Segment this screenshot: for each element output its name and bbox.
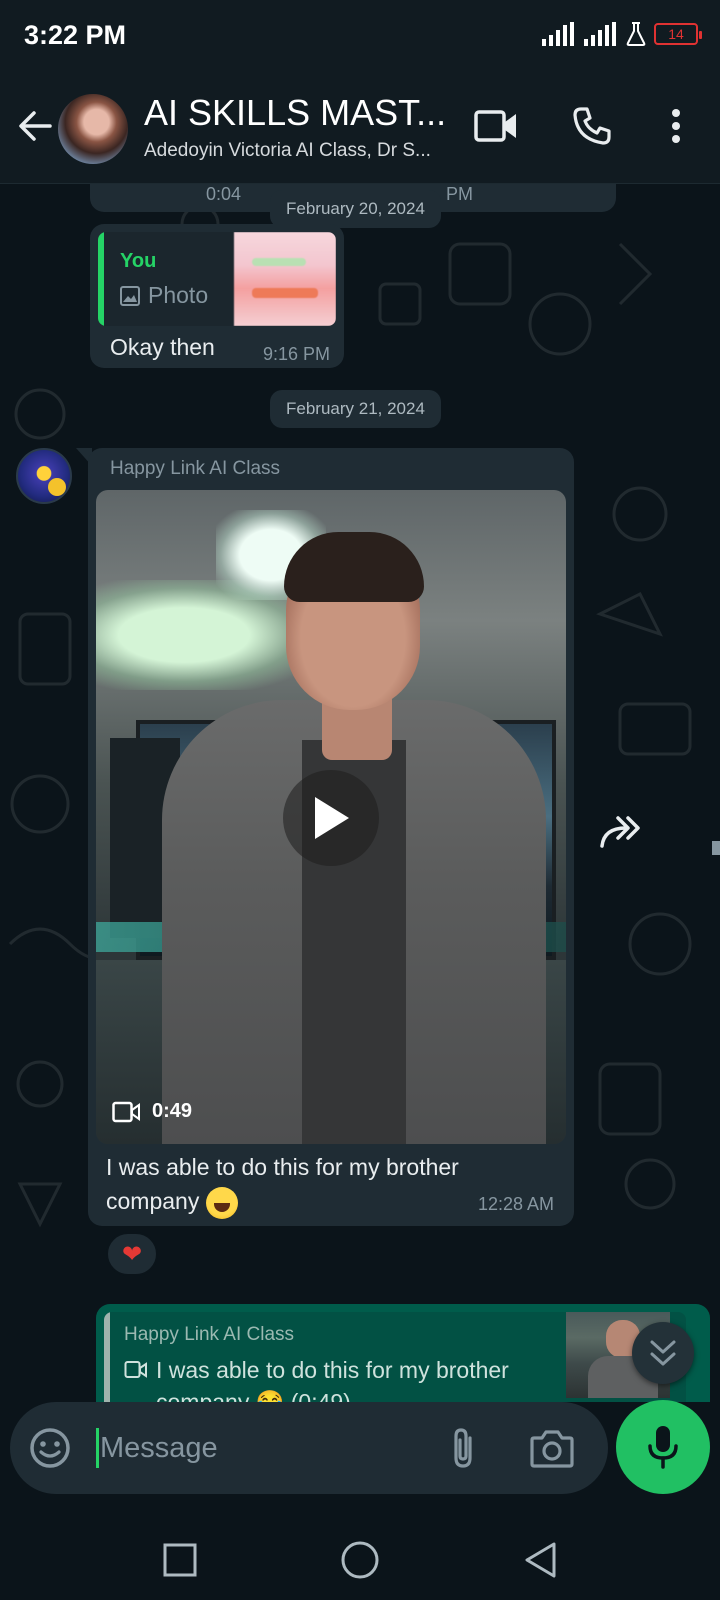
- quote-sender: Happy Link AI Class: [124, 1324, 295, 1345]
- message-time: 9:16 PM: [262, 344, 330, 364]
- previous-message-time: PM: [446, 184, 473, 204]
- square-nav-icon[interactable]: [152, 1532, 208, 1588]
- chat-area[interactable]: 0:04 PM February 20, 2024 You Photo Okay…: [0, 184, 720, 1402]
- signal-icon: [542, 22, 574, 46]
- message-text: Okay then: [110, 334, 215, 360]
- system-navigation-bar: [0, 1520, 720, 1600]
- image-icon: [120, 285, 140, 306]
- more-vert-icon[interactable]: [648, 98, 704, 154]
- microphone-icon: [648, 1426, 678, 1469]
- quote-photo-thumbnail: [234, 232, 336, 326]
- status-icons: 14: [542, 22, 702, 46]
- voice-message-button[interactable]: [616, 1400, 710, 1494]
- date-chip: February 21, 2024: [270, 390, 441, 428]
- video-thumbnail[interactable]: 0:49: [96, 490, 566, 1144]
- edge-indicator: [712, 841, 720, 855]
- battery-icon: 14: [654, 23, 702, 45]
- quote-author: You: [120, 250, 157, 272]
- quote-type-label: Photo: [148, 282, 209, 308]
- double-chevron-down-icon: [650, 1340, 676, 1366]
- chat-title[interactable]: AI SKILLS MAST...: [144, 92, 446, 134]
- outgoing-message-bubble[interactable]: Happy Link AI Class I was able to do thi…: [96, 1304, 710, 1402]
- quote-accent-bar: [104, 1312, 110, 1402]
- chat-participants[interactable]: Adedoyin Victoria AI Class, Dr S...: [144, 140, 431, 162]
- back-arrow-icon[interactable]: [14, 104, 58, 148]
- whatsapp-chat-screen: 3:22 PM 14 AI SKILLS MAST... Adedoyin Vi…: [0, 0, 720, 1600]
- quoted-message[interactable]: Happy Link AI Class I was able to do thi…: [104, 1312, 686, 1402]
- video-duration-label: 0:49: [152, 1100, 193, 1122]
- quote-text-label: I was able to do this for my brother com…: [156, 1357, 509, 1402]
- flask-icon: [626, 22, 646, 46]
- message-input[interactable]: [100, 1424, 420, 1472]
- battery-level: 14: [668, 26, 684, 42]
- emoji-icon[interactable]: [28, 1426, 72, 1470]
- compose-area: [0, 1400, 720, 1520]
- status-bar: 3:22 PM 14: [0, 0, 720, 74]
- quote-text: I was able to do this for my brother com…: [124, 1354, 564, 1402]
- message-time: 12:28 AM: [477, 1194, 554, 1214]
- play-button[interactable]: [283, 770, 379, 866]
- video-camera-icon: [124, 1361, 147, 1378]
- group-avatar[interactable]: [58, 94, 128, 164]
- attach-icon[interactable]: [442, 1426, 486, 1470]
- status-time: 3:22 PM: [24, 20, 127, 50]
- message-sender[interactable]: Happy Link AI Class: [110, 458, 280, 480]
- quoted-message[interactable]: You Photo: [98, 232, 336, 326]
- message-bubble-reply[interactable]: You Photo Okay then 9:16 PM: [90, 224, 344, 368]
- laughing-emoji-icon: [205, 1186, 238, 1219]
- previous-message-duration: 0:04: [206, 184, 242, 204]
- video-duration: 0:49: [112, 1100, 192, 1123]
- chat-header: AI SKILLS MAST... Adedoyin Victoria AI C…: [0, 74, 720, 184]
- signal-icon: [584, 22, 616, 46]
- back-triangle-icon[interactable]: [512, 1532, 568, 1588]
- compose-bar: [10, 1402, 608, 1494]
- message-bubble-video[interactable]: Happy Link AI Class 0:49 I was able to d…: [88, 448, 574, 1226]
- quote-accent-bar: [98, 232, 104, 326]
- scroll-to-bottom-button[interactable]: [632, 1322, 694, 1384]
- heart-reaction-icon: ❤: [121, 1240, 143, 1268]
- text-cursor: [96, 1428, 99, 1468]
- circle-nav-icon[interactable]: [332, 1532, 388, 1588]
- camera-icon[interactable]: [528, 1426, 576, 1470]
- video-person-hair: [284, 532, 424, 602]
- video-caption: I was able to do this for my brother com…: [106, 1150, 506, 1219]
- video-caption-text: I was able to do this for my brother com…: [106, 1154, 459, 1214]
- forward-icon[interactable]: [598, 812, 644, 852]
- date-chip: February 20, 2024: [270, 190, 441, 228]
- quote-type: Photo: [120, 282, 208, 309]
- sender-avatar[interactable]: [16, 448, 72, 504]
- video-call-icon[interactable]: [468, 98, 524, 154]
- video-camera-icon: [112, 1101, 140, 1122]
- phone-icon[interactable]: [564, 98, 620, 154]
- reaction-badge[interactable]: ❤: [106, 1232, 158, 1276]
- play-icon: [315, 797, 349, 839]
